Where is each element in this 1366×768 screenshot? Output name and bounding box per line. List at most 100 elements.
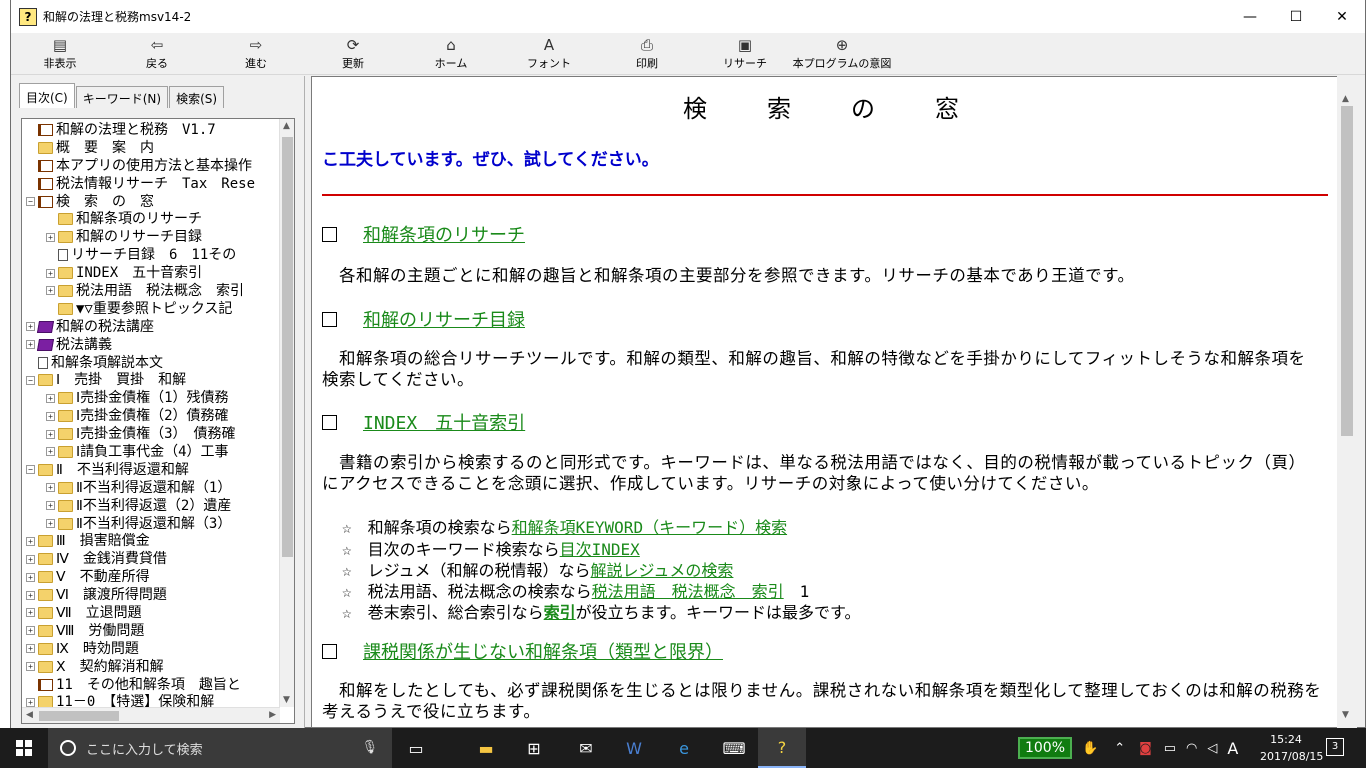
microphone-icon[interactable]: 🎙 [361,740,378,755]
tree-node[interactable]: + 和解のリサーチ目録 [22,228,280,246]
notification-center-icon[interactable]: 3 [1326,738,1344,756]
research-button[interactable]: ▣ リサーチ [700,35,790,71]
tree-node[interactable]: ▼▽重要参照トピックス記 [22,300,280,318]
tree-node[interactable]: + Ⅷ 労働問題 [22,622,280,640]
expand-icon[interactable]: + [46,268,55,278]
expand-icon[interactable]: + [46,411,55,421]
tree-vertical-scrollbar[interactable]: ▲ ▼ [279,119,294,707]
expand-icon[interactable]: + [46,429,55,439]
ime-indicator[interactable]: A [1227,739,1238,758]
volume-icon[interactable]: ◁ [1207,741,1217,756]
collapse-icon[interactable]: − [26,465,35,475]
purpose-button[interactable]: ⊕ 本プログラムの意図 [782,35,902,71]
tree-node[interactable]: + Ⅱ不当利得返還和解（1） [22,479,280,497]
section-link[interactable]: 和解のリサーチ目録 [363,310,525,331]
scroll-up-icon[interactable]: ▲ [283,121,290,131]
tree-node[interactable]: 概 要 案 内 [22,139,280,157]
tab-contents[interactable]: 目次(C) [19,83,75,108]
font-button[interactable]: A フォント [504,35,594,71]
tree-node[interactable]: 本アプリの使用方法と基本操作 [22,157,280,175]
title-bar[interactable]: ? 和解の法理と税務msv14-2 — ☐ ✕ [11,0,1365,33]
tab-search[interactable]: 検索(S) [169,86,225,108]
app-tray-icon[interactable]: ◙ [1139,741,1152,756]
tree-node[interactable]: + Ⅶ 立退問題 [22,604,280,622]
content-scroll-thumb[interactable] [1341,106,1353,436]
store-icon[interactable]: ⊞ [510,728,558,768]
section-link[interactable]: 課税関係が生じない和解条項（類型と限界） [363,642,723,663]
tree-node[interactable]: リサーチ目録 6 11その [22,246,280,264]
scroll-up-icon[interactable]: ▲ [1342,94,1349,104]
battery-icon[interactable]: ▭ [1164,741,1176,756]
tree-horizontal-scrollbar[interactable]: ◀ ▶ [22,707,280,723]
tree-node[interactable]: 和解条項解説本文 [22,354,280,372]
file-explorer-icon[interactable]: ▬ [462,728,510,768]
tree-node[interactable]: + Ⅳ 金銭消費貸借 [22,550,280,568]
close-button[interactable]: ✕ [1319,0,1365,33]
tree-node[interactable]: + 和解の税法講座 [22,318,280,336]
scroll-down-icon[interactable]: ▼ [1342,710,1349,720]
bullet-link[interactable]: 和解条項KEYWORD（キーワード）検索 [512,518,787,537]
expand-icon[interactable]: + [26,554,35,564]
tree-node[interactable]: + Ⅰ請負工事代金（4）工事 [22,443,280,461]
tree-node[interactable]: + Ⅱ不当利得返還和解（3） [22,515,280,533]
scroll-left-icon[interactable]: ◀ [26,710,33,720]
minimize-button[interactable]: — [1227,0,1273,33]
task-view-icon[interactable]: ▭ [392,728,440,768]
clock[interactable]: 15:24 2017/08/15 [1260,731,1323,765]
tree-node[interactable]: + INDEX 五十音索引 [22,264,280,282]
expand-icon[interactable]: + [26,590,35,600]
tree-node[interactable]: + 税法講義 [22,336,280,354]
collapse-icon[interactable]: − [26,375,35,385]
expand-icon[interactable]: + [26,662,35,672]
scroll-right-icon[interactable]: ▶ [269,710,276,720]
wifi-icon[interactable]: ◠ [1186,741,1197,756]
section-link[interactable]: INDEX 五十音索引 [363,413,525,434]
tree-node[interactable]: 和解条項のリサーチ [22,210,280,228]
home-button[interactable]: ⌂ ホーム [406,35,496,71]
zoom-indicator[interactable]: 100% [1018,737,1072,759]
expand-icon[interactable]: + [26,340,35,350]
command-prompt-icon[interactable]: ⌨ [710,728,758,768]
tree-node[interactable]: + Ⅵ 譲渡所得問題 [22,586,280,604]
expand-icon[interactable]: + [26,322,35,332]
chevron-up-icon[interactable]: ⌃ [1114,741,1125,756]
back-button[interactable]: ⇦ 戻る [112,35,202,71]
expand-icon[interactable]: + [46,501,55,511]
scroll-thumb[interactable] [282,137,293,557]
expand-icon[interactable]: + [46,232,55,242]
maximize-button[interactable]: ☐ [1273,0,1319,33]
edge-icon[interactable]: e [660,728,708,768]
content-vertical-scrollbar[interactable]: ▲ ▼ [1337,76,1357,728]
tree-node[interactable]: − 検 索 の 窓 [22,193,280,211]
expand-icon[interactable]: + [26,644,35,654]
tree-node[interactable]: 11 その他和解条項 趣旨と [22,676,280,694]
refresh-button[interactable]: ⟳ 更新 [308,35,398,71]
touch-icon[interactable]: ✋ [1082,741,1098,756]
tree-node[interactable]: + 税法用語 税法概念 索引 [22,282,280,300]
expand-icon[interactable]: + [46,447,55,457]
expand-icon[interactable]: + [46,519,55,529]
print-button[interactable]: ⎙ 印刷 [602,35,692,71]
tree-node[interactable]: 税法情報リサーチ Tax Rese [22,175,280,193]
expand-icon[interactable]: + [46,483,55,493]
tree-node[interactable]: + Ⅰ売掛金債権（3） 債務確 [22,425,280,443]
tree-node[interactable]: + Ⅱ不当利得返還（2）遺産 [22,497,280,515]
tree-node[interactable]: + Ⅰ売掛金債権（1）残債務 [22,389,280,407]
help-app-taskbar-icon[interactable]: ? [758,728,806,768]
expand-icon[interactable]: + [26,697,35,707]
tree-node[interactable]: +11－0 【特選】保険和解 [22,694,280,707]
tree-node[interactable]: − Ⅱ 不当利得返還和解 [22,461,280,479]
tab-keyword[interactable]: キーワード(N) [75,86,169,108]
expand-icon[interactable]: + [26,572,35,582]
tree-node[interactable]: + Ⅲ 損害賠償金 [22,532,280,550]
expand-icon[interactable]: + [26,536,35,546]
hide-button[interactable]: ▤ 非表示 [15,35,105,71]
expand-icon[interactable]: + [26,626,35,636]
scroll-down-icon[interactable]: ▼ [283,695,290,705]
start-button[interactable] [0,728,48,768]
word-icon[interactable]: W [610,728,658,768]
expand-icon[interactable]: + [46,393,55,403]
bullet-link[interactable]: 索引 [544,603,576,622]
expand-icon[interactable]: + [26,608,35,618]
tree-node[interactable]: + Ⅴ 不動産所得 [22,568,280,586]
